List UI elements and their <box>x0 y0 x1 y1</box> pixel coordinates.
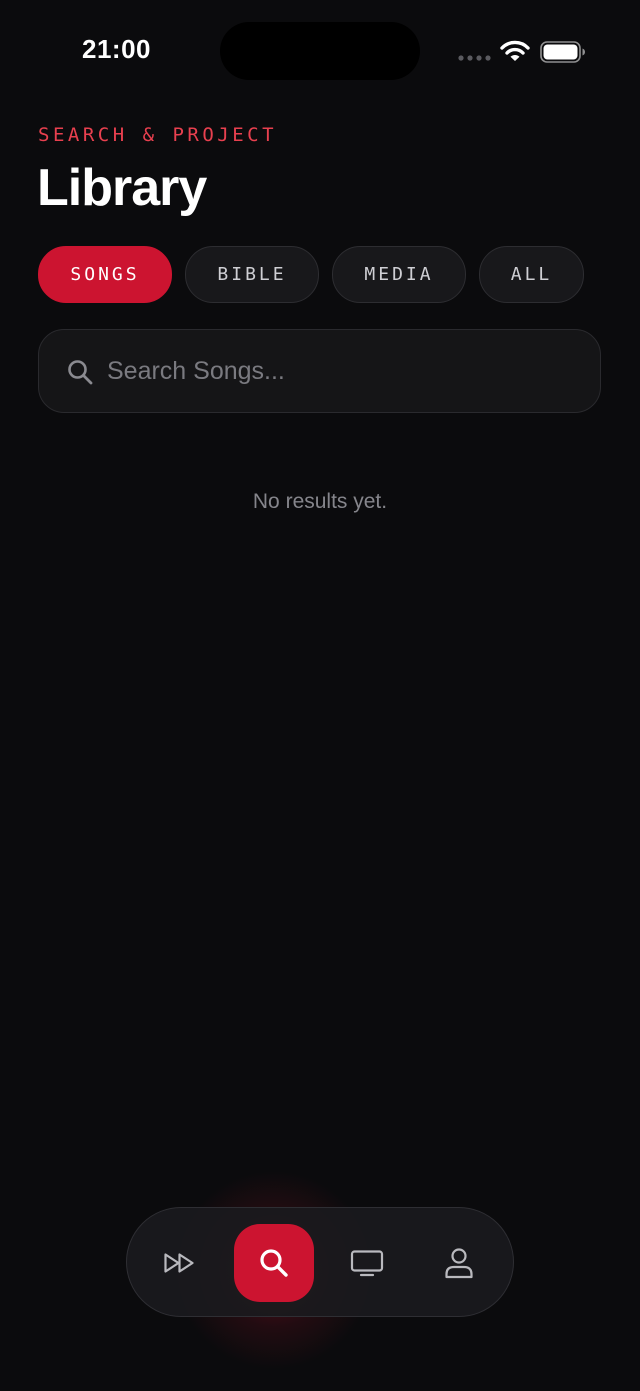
fast-forward-icon <box>164 1253 194 1273</box>
nav-search-button[interactable] <box>234 1224 314 1302</box>
status-bar: 21:00 <box>0 0 640 100</box>
tab-bible[interactable]: BIBLE <box>185 246 319 303</box>
cellular-signal-icon <box>458 55 491 61</box>
battery-icon <box>540 41 585 63</box>
bottom-nav <box>126 1207 514 1317</box>
tab-media[interactable]: MEDIA <box>332 246 466 303</box>
tab-songs[interactable]: SONGS <box>38 246 172 303</box>
nav-live-button[interactable] <box>141 1224 221 1302</box>
section-eyebrow: SEARCH & PROJECT <box>38 124 278 146</box>
page-title: Library <box>37 159 207 217</box>
search-bar[interactable] <box>38 329 601 413</box>
search-icon <box>260 1249 288 1277</box>
tab-all[interactable]: ALL <box>479 246 584 303</box>
status-time: 21:00 <box>82 34 151 64</box>
category-tabs: SONGS BIBLE MEDIA ALL <box>38 246 584 303</box>
display-icon <box>350 1250 384 1277</box>
empty-state-message: No results yet. <box>252 490 388 513</box>
nav-display-button[interactable] <box>327 1224 407 1302</box>
dynamic-island <box>220 22 420 80</box>
search-icon <box>68 360 93 385</box>
search-input[interactable] <box>107 330 577 412</box>
nav-profile-button[interactable] <box>419 1224 499 1302</box>
profile-icon <box>445 1248 473 1279</box>
wifi-icon <box>500 40 530 61</box>
